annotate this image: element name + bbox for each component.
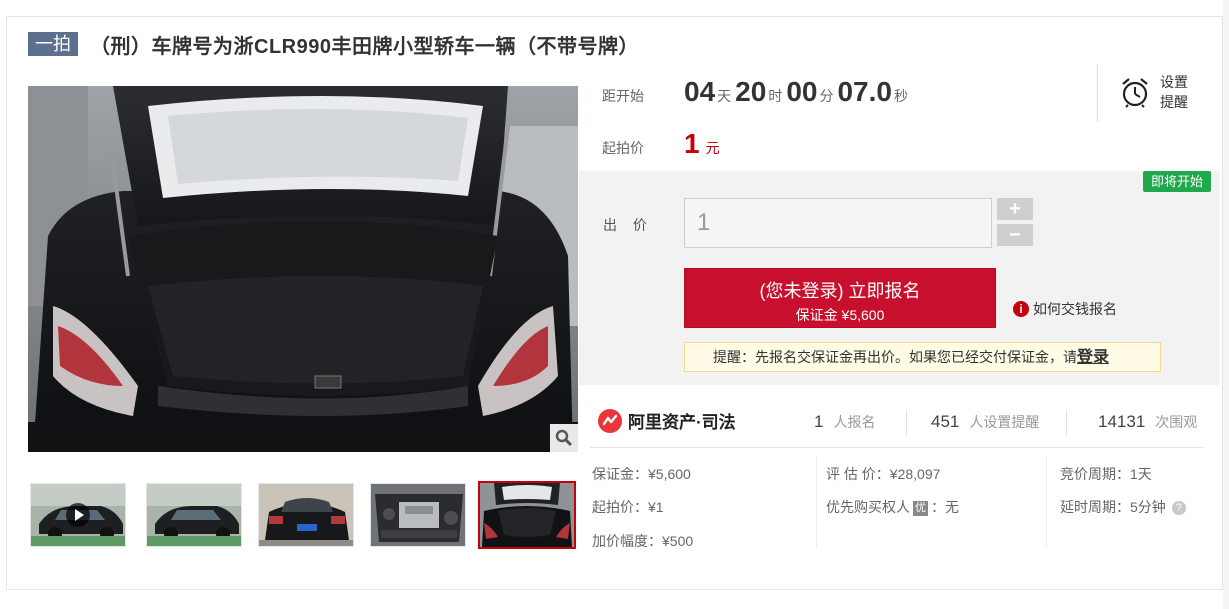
countdown-seconds: 07.0 (837, 76, 892, 107)
thumbnail-2[interactable] (146, 483, 242, 547)
divider (1097, 64, 1098, 122)
stat-reminders-unit: 人设置提醒 (969, 414, 1040, 430)
how-to-pay-label: 如何交钱报名 (1033, 301, 1117, 317)
main-photo[interactable] (28, 86, 578, 452)
stat-views: 14131 次围观 (1098, 412, 1197, 432)
countdown-minutes: 00 (786, 76, 818, 107)
countdown-hours-unit: 时 (768, 88, 783, 104)
detail-appraisal: 评 估 价：¥28,097 (826, 466, 941, 482)
thumbnail-5-selected[interactable] (478, 481, 576, 549)
stat-reminders: 451 人设置提醒 (931, 412, 1039, 432)
countdown-hours: 20 (735, 76, 767, 107)
stat-reminders-num: 451 (931, 412, 960, 431)
auction-details: 保证金：¥5,600 起拍价：¥1 加价幅度：¥500 评 估 价：¥28,09… (590, 456, 1210, 556)
stat-registrations-num: 1 (814, 412, 824, 431)
stat-views-unit: 次围观 (1155, 414, 1198, 430)
thumbnail-3[interactable] (258, 483, 354, 547)
detail-priority-value: ：无 (931, 499, 959, 515)
login-reminder-text: 提醒：先报名交保证金再出价。如果您已经交付保证金，请 (713, 349, 1077, 365)
priority-badge: 优 (913, 501, 928, 516)
start-price: 起拍价 1 元 (602, 128, 720, 160)
bid-label: 出 价 (603, 217, 653, 233)
countdown-days-unit: 天 (717, 88, 732, 104)
detail-delay-cycle: 延时周期：5分钟? (1060, 497, 1186, 517)
title-row: 一拍 （刑）车牌号为浙CLR990丰田牌小型轿车一辆（不带号牌） (28, 30, 639, 58)
start-price-value: 1 (684, 128, 700, 159)
alarm-clock-icon (1122, 78, 1148, 108)
thumbnail-video[interactable] (30, 483, 126, 547)
stats-divider (590, 447, 1204, 448)
open-trunk-image (480, 483, 574, 547)
countdown-seconds-unit: 秒 (893, 88, 908, 104)
brand-name: 阿里资产·司法 (628, 413, 736, 432)
register-deposit-label: 保证金 ¥5,600 (795, 307, 885, 323)
detail-bid-cycle: 竞价周期：1天 (1060, 466, 1152, 482)
countdown-minutes-unit: 分 (819, 88, 834, 104)
decrease-bid-button[interactable]: − (997, 224, 1033, 246)
page-edge (1223, 0, 1229, 609)
increase-bid-button[interactable]: + (997, 198, 1033, 220)
stat-registrations: 1 人报名 (814, 412, 875, 432)
stat-divider (1066, 410, 1067, 436)
set-reminder-line1: 设置 (1160, 74, 1188, 90)
info-icon: i (1013, 301, 1029, 317)
detail-start-price: 起拍价：¥1 (592, 499, 664, 515)
play-icon (66, 503, 90, 527)
detail-priority-label: 优先购买权人 (826, 499, 910, 515)
stat-registrations-unit: 人报名 (833, 414, 876, 430)
detail-divider (816, 456, 817, 548)
login-reminder: 提醒：先报名交保证金再出价。如果您已经交付保证金，请登录 (684, 342, 1161, 372)
set-reminder-line2: 提醒 (1160, 94, 1188, 110)
thumbnail-strip (28, 481, 580, 551)
stats-bar: 阿里资产·司法 1 人报名 451 人设置提醒 14131 次围观 (598, 406, 1208, 440)
register-now-label: (您未登录) 立即报名 (759, 281, 921, 301)
bid-amount-input[interactable]: 1 (684, 198, 992, 248)
help-icon[interactable]: ? (1171, 501, 1186, 515)
magnifier-icon (555, 429, 573, 447)
set-reminder-button[interactable]: 设置 提醒 (1120, 72, 1192, 112)
engine-bay-image (371, 484, 465, 546)
auction-round-tag: 一拍 (28, 32, 78, 56)
register-now-button[interactable]: (您未登录) 立即报名 保证金 ¥5,600 (684, 268, 996, 328)
countdown-days: 04 (684, 76, 716, 107)
status-badge: 即将开始 (1142, 171, 1211, 192)
detail-divider (1046, 456, 1047, 548)
thumbnail-4[interactable] (370, 483, 466, 547)
bid-panel: 即将开始 出 价 1 + − (您未登录) 立即报名 保证金 ¥5,600 i … (579, 171, 1219, 385)
car-rear-image (259, 484, 353, 546)
zoom-button[interactable] (550, 424, 578, 452)
detail-priority-buyer: 优先购买权人优：无 (826, 497, 959, 517)
brand: 阿里资产·司法 (598, 408, 736, 433)
login-link[interactable]: 登录 (1077, 349, 1109, 366)
stat-views-num: 14131 (1098, 412, 1146, 431)
detail-delay-label: 延时周期：5分钟 (1060, 499, 1166, 515)
car-side-image (147, 484, 241, 546)
how-to-pay-link[interactable]: i 如何交钱报名 (1013, 299, 1117, 319)
set-reminder-label: 设置 提醒 (1160, 72, 1192, 112)
start-price-unit: 元 (705, 140, 720, 156)
start-price-label: 起拍价 (602, 140, 644, 156)
ali-assets-logo-icon (598, 408, 622, 433)
detail-deposit: 保证金：¥5,600 (592, 466, 691, 482)
countdown: 距开始 04 天 20 时 00 分 07.0 秒 (602, 76, 912, 116)
stat-divider (906, 410, 907, 436)
trunk-photo (28, 86, 578, 452)
detail-increment: 加价幅度：¥500 (592, 533, 694, 549)
countdown-label: 距开始 (602, 88, 644, 104)
page-title: （刑）车牌号为浙CLR990丰田牌小型轿车一辆（不带号牌） (90, 35, 639, 58)
